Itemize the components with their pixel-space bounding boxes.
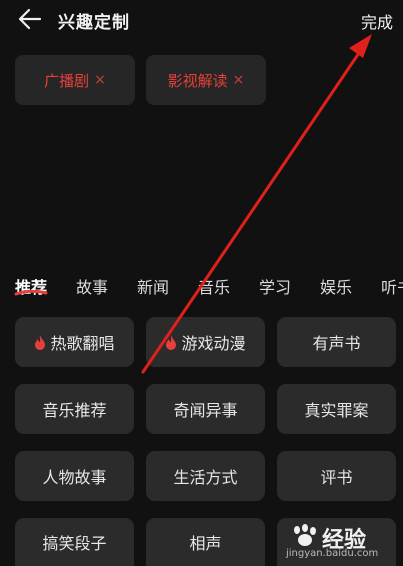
watermark-url: jingyan.baidu.com [286, 548, 379, 559]
category-audiobooks[interactable]: 有声书 [277, 317, 396, 367]
page-title: 兴趣定制 [58, 13, 130, 33]
category-label: 奇闻异事 [173, 401, 238, 420]
category-label: 音乐推荐 [42, 401, 107, 420]
paw-logo-icon [294, 524, 316, 546]
top-bar: 兴趣定制 完成 [0, 0, 403, 38]
category-lifestyle[interactable]: 生活方式 [146, 451, 265, 501]
category-games-anime[interactable]: 游戏动漫 [146, 317, 265, 367]
category-label: 游戏动漫 [181, 334, 246, 353]
active-tab-indicator [14, 290, 48, 296]
tab-news[interactable]: 新闻 [137, 274, 169, 298]
fire-icon [34, 334, 46, 350]
back-arrow-icon [18, 8, 42, 30]
selected-chip-label: 广播剧 [44, 71, 90, 90]
category-strange-tales[interactable]: 奇闻异事 [146, 384, 265, 434]
category-label: 人物故事 [42, 468, 107, 487]
remove-icon[interactable]: × [233, 72, 245, 88]
category-storytelling[interactable]: 评书 [277, 451, 396, 501]
category-crosstalk[interactable]: 相声 [146, 518, 265, 566]
tab-entertainment[interactable]: 娱乐 [320, 274, 352, 298]
category-label: 真实罪案 [304, 401, 369, 420]
selected-chip-radio-drama[interactable]: 广播剧 × [15, 55, 135, 105]
category-label: 相声 [189, 534, 222, 553]
category-hot-covers[interactable]: 热歌翻唱 [15, 317, 134, 367]
selected-chip-film-commentary[interactable]: 影视解读 × [146, 55, 266, 105]
tab-story[interactable]: 故事 [76, 274, 108, 298]
tab-study[interactable]: 学习 [259, 274, 291, 298]
category-jokes[interactable]: 搞笑段子 [15, 518, 134, 566]
remove-icon[interactable]: × [94, 72, 106, 88]
back-button[interactable] [16, 6, 44, 32]
category-biographies[interactable]: 人物故事 [15, 451, 134, 501]
category-label: 生活方式 [173, 468, 238, 487]
category-label: 搞笑段子 [42, 534, 107, 553]
category-label: 评书 [320, 468, 353, 487]
category-label: 热歌翻唱 [50, 334, 115, 353]
tab-audiobook[interactable]: 听书 [381, 274, 403, 298]
category-tabs: 推荐 故事 新闻 音乐 学习 娱乐 听书 [0, 270, 403, 300]
done-button[interactable]: 完成 [361, 9, 393, 33]
category-music-picks[interactable]: 音乐推荐 [15, 384, 134, 434]
category-true-crime[interactable]: 真实罪案 [277, 384, 396, 434]
category-label: 有声书 [312, 334, 361, 353]
watermark: 经验 jingyan.baidu.com [286, 518, 403, 566]
fire-icon [165, 334, 177, 350]
tab-music[interactable]: 音乐 [198, 274, 230, 298]
selected-chip-label: 影视解读 [167, 71, 228, 90]
